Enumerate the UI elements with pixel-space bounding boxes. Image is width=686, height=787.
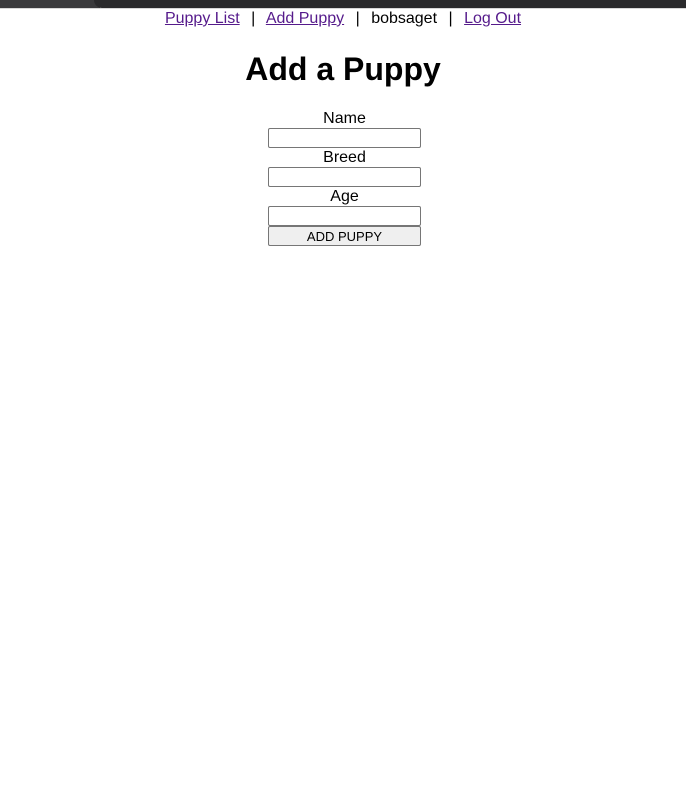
- window-chrome-bar: [0, 0, 686, 9]
- window-chrome-left: [0, 0, 100, 8]
- top-nav: Puppy List | Add Puppy | bobsaget | Log …: [0, 9, 686, 29]
- name-label: Name: [323, 110, 366, 127]
- name-input[interactable]: [268, 128, 421, 148]
- add-puppy-button[interactable]: ADD PUPPY: [268, 226, 421, 246]
- breed-input[interactable]: [268, 167, 421, 187]
- nav-link-log-out[interactable]: Log Out: [464, 10, 521, 27]
- add-puppy-form: Name Breed Age ADD PUPPY: [268, 109, 421, 246]
- age-input[interactable]: [268, 206, 421, 226]
- breed-label: Breed: [323, 149, 366, 166]
- nav-link-add-puppy[interactable]: Add Puppy: [266, 10, 344, 27]
- nav-link-puppy-list[interactable]: Puppy List: [165, 10, 240, 27]
- nav-separator: |: [448, 10, 453, 27]
- page-title: Add a Puppy: [245, 51, 441, 87]
- age-label: Age: [330, 188, 359, 205]
- window-chrome-right: [94, 0, 686, 8]
- nav-separator: |: [251, 10, 256, 27]
- nav-separator: |: [355, 10, 360, 27]
- nav-username: bobsaget: [371, 10, 438, 27]
